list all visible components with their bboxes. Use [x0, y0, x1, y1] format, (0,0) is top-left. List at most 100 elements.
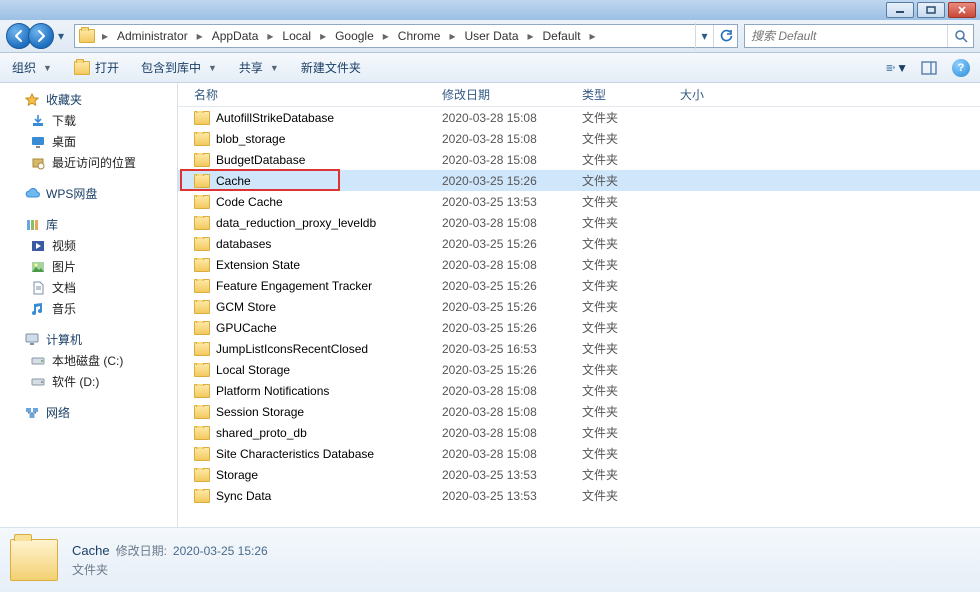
file-name: blob_storage: [216, 132, 285, 146]
table-row[interactable]: GCM Store2020-03-25 15:26文件夹: [178, 296, 980, 317]
file-date: 2020-03-25 15:26: [436, 363, 576, 377]
sidebar-item-desktop[interactable]: 桌面: [0, 131, 177, 152]
search-input[interactable]: [745, 29, 947, 43]
column-type[interactable]: 类型: [576, 86, 674, 103]
table-row[interactable]: Sync Data2020-03-25 13:53文件夹: [178, 485, 980, 506]
minimize-button[interactable]: [886, 2, 914, 18]
open-button[interactable]: 打开: [70, 56, 123, 79]
table-row[interactable]: AutofillStrikeDatabase2020-03-28 15:08文件…: [178, 107, 980, 128]
sidebar-wps-header[interactable]: WPS网盘: [0, 183, 177, 204]
breadcrumb-root-arrow[interactable]: ▸: [99, 29, 111, 43]
sidebar-item-recent[interactable]: 最近访问的位置: [0, 152, 177, 173]
file-date: 2020-03-28 15:08: [436, 111, 576, 125]
table-row[interactable]: Code Cache2020-03-25 13:53文件夹: [178, 191, 980, 212]
sidebar-item-documents[interactable]: 文档: [0, 277, 177, 298]
breadcrumb-arrow-icon[interactable]: ▸: [380, 29, 392, 43]
sidebar-item-downloads[interactable]: 下载: [0, 110, 177, 131]
table-row[interactable]: JumpListIconsRecentClosed2020-03-25 16:5…: [178, 338, 980, 359]
search-box[interactable]: [744, 24, 974, 48]
refresh-button[interactable]: [713, 25, 737, 47]
folder-icon: [194, 405, 210, 419]
breadcrumb-arrow-icon[interactable]: ▸: [525, 29, 537, 43]
table-row[interactable]: data_reduction_proxy_leveldb2020-03-28 1…: [178, 212, 980, 233]
table-row[interactable]: BudgetDatabase2020-03-28 15:08文件夹: [178, 149, 980, 170]
sidebar-item-videos[interactable]: 视频: [0, 235, 177, 256]
breadcrumb-arrow-icon[interactable]: ▸: [317, 29, 329, 43]
close-button[interactable]: [948, 2, 976, 18]
table-row[interactable]: Local Storage2020-03-25 15:26文件夹: [178, 359, 980, 380]
sidebar-network-header[interactable]: 网络: [0, 402, 177, 423]
recent-icon: [30, 155, 46, 171]
table-row[interactable]: Session Storage2020-03-28 15:08文件夹: [178, 401, 980, 422]
table-row[interactable]: Storage2020-03-25 13:53文件夹: [178, 464, 980, 485]
sidebar-libraries-header[interactable]: 库: [0, 214, 177, 235]
search-icon[interactable]: [947, 25, 973, 47]
file-date: 2020-03-25 15:26: [436, 237, 576, 251]
forward-button[interactable]: [28, 23, 54, 49]
file-name: Site Characteristics Database: [216, 447, 374, 461]
column-size[interactable]: 大小: [674, 86, 754, 103]
sidebar-item-drive-d[interactable]: 软件 (D:): [0, 371, 177, 392]
sidebar-item-drive-c[interactable]: 本地磁盘 (C:): [0, 350, 177, 371]
file-type: 文件夹: [576, 193, 674, 210]
file-date: 2020-03-28 15:08: [436, 426, 576, 440]
folder-icon: [194, 300, 210, 314]
breadcrumb-arrow-icon[interactable]: ▸: [194, 29, 206, 43]
share-button[interactable]: 共享▼: [235, 56, 283, 79]
table-row[interactable]: Extension State2020-03-28 15:08文件夹: [178, 254, 980, 275]
file-type: 文件夹: [576, 340, 674, 357]
sidebar-item-label: 下载: [52, 112, 76, 129]
table-row[interactable]: Feature Engagement Tracker2020-03-25 15:…: [178, 275, 980, 296]
breadcrumb-item[interactable]: AppData: [206, 25, 265, 47]
column-headers: 名称 修改日期 类型 大小: [178, 83, 980, 107]
table-row[interactable]: Platform Notifications2020-03-28 15:08文件…: [178, 380, 980, 401]
maximize-button[interactable]: [917, 2, 945, 18]
preview-pane-button[interactable]: [918, 57, 940, 79]
breadcrumb-item[interactable]: Default: [537, 25, 587, 47]
address-history-dropdown[interactable]: ▾: [695, 23, 713, 49]
help-button[interactable]: ?: [950, 57, 972, 79]
file-type: 文件夹: [576, 487, 674, 504]
table-row[interactable]: databases2020-03-25 15:26文件夹: [178, 233, 980, 254]
breadcrumb-item[interactable]: Administrator: [111, 25, 194, 47]
breadcrumb-item[interactable]: User Data: [458, 25, 524, 47]
table-row[interactable]: Site Characteristics Database2020-03-28 …: [178, 443, 980, 464]
file-name: AutofillStrikeDatabase: [216, 111, 334, 125]
breadcrumb-item[interactable]: Google: [329, 25, 380, 47]
include-in-library-button[interactable]: 包含到库中▼: [137, 56, 221, 79]
breadcrumb-arrow-icon[interactable]: ▸: [587, 29, 599, 43]
folder-icon: [194, 174, 210, 188]
file-type: 文件夹: [576, 382, 674, 399]
details-type: 文件夹: [72, 561, 268, 578]
details-pane: Cache 修改日期: 2020-03-25 15:26 文件夹: [0, 527, 980, 592]
table-row[interactable]: blob_storage2020-03-28 15:08文件夹: [178, 128, 980, 149]
sidebar-item-music[interactable]: 音乐: [0, 298, 177, 319]
file-list[interactable]: AutofillStrikeDatabase2020-03-28 15:08文件…: [178, 107, 980, 527]
folder-icon: [194, 426, 210, 440]
file-date: 2020-03-28 15:08: [436, 258, 576, 272]
file-date: 2020-03-25 13:53: [436, 489, 576, 503]
sidebar-favorites-header[interactable]: 收藏夹: [0, 89, 177, 110]
breadcrumb-arrow-icon[interactable]: ▸: [264, 29, 276, 43]
breadcrumb-item[interactable]: Chrome: [392, 25, 447, 47]
file-date: 2020-03-25 13:53: [436, 468, 576, 482]
file-type: 文件夹: [576, 424, 674, 441]
folder-icon: [194, 363, 210, 377]
address-bar[interactable]: ▸Administrator▸AppData▸Local▸Google▸Chro…: [74, 24, 738, 48]
column-date[interactable]: 修改日期: [436, 86, 576, 103]
column-name[interactable]: 名称: [188, 86, 436, 103]
sidebar-item-label: 桌面: [52, 133, 76, 150]
new-folder-button[interactable]: 新建文件夹: [297, 56, 365, 79]
nav-history-dropdown[interactable]: ▾: [54, 23, 68, 49]
sidebar-item-pictures[interactable]: 图片: [0, 256, 177, 277]
table-row[interactable]: GPUCache2020-03-25 15:26文件夹: [178, 317, 980, 338]
view-options-button[interactable]: ▼: [886, 57, 908, 79]
breadcrumb-item[interactable]: Local: [276, 25, 317, 47]
sidebar-computer-header[interactable]: 计算机: [0, 329, 177, 350]
organize-label: 组织: [12, 59, 36, 76]
file-name: GPUCache: [216, 321, 277, 335]
table-row[interactable]: Cache2020-03-25 15:26文件夹: [178, 170, 980, 191]
table-row[interactable]: shared_proto_db2020-03-28 15:08文件夹: [178, 422, 980, 443]
breadcrumb-arrow-icon[interactable]: ▸: [446, 29, 458, 43]
organize-button[interactable]: 组织▼: [8, 56, 56, 79]
